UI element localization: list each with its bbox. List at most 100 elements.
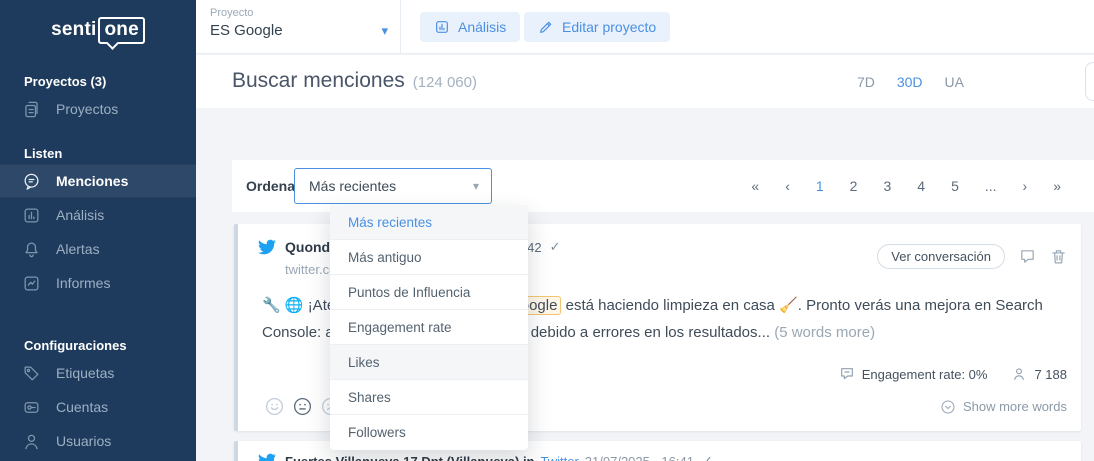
check-icon: ✓ — [702, 453, 713, 461]
mention-text-line1-end: está haciendo limpieza en casa 🧹. Pronto… — [561, 297, 1042, 314]
pagination-page-3[interactable]: 3 — [870, 178, 904, 194]
sort-select-value: Más recientes — [309, 178, 396, 194]
chevron-down-icon: ▾ — [473, 179, 479, 193]
analysis-button[interactable]: Análisis — [420, 12, 520, 42]
check-icon: ✓ — [550, 239, 561, 255]
mention-timestamp: 21/07/2025 - 16:41 — [585, 454, 694, 461]
project-selector[interactable]: Proyecto ES Google ▾ — [210, 7, 388, 39]
pagination-first[interactable]: « — [738, 178, 772, 194]
analysis-button-label: Análisis — [458, 19, 506, 35]
page-title-text: Buscar menciones — [232, 69, 405, 92]
page-header: Buscar menciones (124 060) 7D 30D UA — [196, 55, 1094, 108]
mention-text-line2-start: Console: ar — [262, 324, 339, 341]
logo-boxed-text: one — [98, 17, 144, 44]
person-icon — [1011, 366, 1027, 382]
logo-text: senti — [51, 19, 96, 41]
sort-option-followers[interactable]: Followers — [330, 415, 528, 450]
sidebar-heading-projects: Proyectos (3) — [0, 72, 196, 92]
view-conversation-button[interactable]: Ver conversación — [877, 244, 1005, 269]
sentiment-positive-icon[interactable] — [264, 396, 285, 417]
documents-icon — [22, 100, 41, 119]
sidebar-item-label: Informes — [56, 275, 110, 291]
show-more-words-label: Show more words — [963, 399, 1067, 414]
report-icon — [22, 274, 41, 293]
sort-option-puntos-influencia[interactable]: Puntos de Influencia — [330, 275, 528, 310]
sidebar: sentione Proyectos (3) Proyectos Listen … — [0, 0, 196, 461]
chevron-down-icon: ▾ — [381, 23, 388, 39]
bell-icon — [22, 240, 41, 259]
chevron-circle-icon — [940, 399, 956, 415]
mention-text-line2-end: debido a errores en los resultados... — [531, 324, 774, 341]
mention-author-block: Fuertes Villanueva 17 Dpt (Villanueva) i… — [258, 452, 1067, 461]
show-more-words[interactable]: Show more words — [940, 399, 1067, 415]
sidebar-item-menciones[interactable]: Menciones — [0, 164, 196, 198]
sort-option-mas-recientes[interactable]: Más recientes — [330, 205, 528, 240]
topbar: Proyecto ES Google ▾ Análisis Editar pro… — [196, 0, 1094, 54]
engagement-stat: Engagement rate: 0% — [839, 366, 988, 382]
pagination: « ‹ 1 2 3 4 5 ... › » — [738, 178, 1094, 194]
source-link[interactable]: Twitter — [541, 454, 579, 461]
sidebar-item-proyectos[interactable]: Proyectos — [0, 92, 196, 126]
date-range-switch: 7D 30D UA — [857, 74, 964, 90]
sidebar-item-cuentas[interactable]: Cuentas — [0, 390, 196, 424]
pagination-next[interactable]: › — [1010, 178, 1041, 194]
sidebar-item-usuarios[interactable]: Usuarios — [0, 424, 196, 458]
trash-icon[interactable] — [1050, 248, 1067, 265]
main-area: Proyecto ES Google ▾ Análisis Editar pro… — [196, 0, 1094, 461]
conversation-bubble-icon[interactable] — [1019, 248, 1036, 265]
pagination-page-5[interactable]: 5 — [938, 178, 972, 194]
edit-project-button[interactable]: Editar proyecto — [524, 12, 670, 42]
sidebar-item-label: Etiquetas — [56, 365, 114, 381]
mentions-count: (124 060) — [413, 74, 477, 91]
sidebar-heading-config: Configuraciones — [0, 336, 196, 356]
pencil-icon — [538, 19, 554, 35]
twitter-icon — [258, 238, 276, 256]
sidebar-item-label: Cuentas — [56, 399, 108, 415]
range-30d[interactable]: 30D — [897, 74, 923, 90]
sentione-logo: sentione — [0, 0, 196, 60]
sort-select[interactable]: Más recientes ▾ — [294, 168, 492, 204]
range-7d[interactable]: 7D — [857, 74, 875, 90]
sort-option-engagement-rate[interactable]: Engagement rate — [330, 310, 528, 345]
pagination-page-2[interactable]: 2 — [837, 178, 871, 194]
page-title: Buscar menciones (124 060) — [232, 69, 477, 93]
bar-chart-icon — [22, 206, 41, 225]
sort-option-shares[interactable]: Shares — [330, 380, 528, 415]
pagination-last[interactable]: » — [1040, 178, 1074, 194]
sort-option-likes[interactable]: Likes — [330, 345, 528, 380]
sidebar-item-informes[interactable]: Informes — [0, 266, 196, 300]
pagination-page-4[interactable]: 4 — [904, 178, 938, 194]
sort-dropdown: Más recientes Más antiguo Puntos de Infl… — [330, 205, 528, 450]
edit-project-button-label: Editar proyecto — [562, 19, 656, 35]
engagement-icon — [839, 366, 855, 382]
sidebar-item-label: Alertas — [56, 241, 100, 257]
range-ua[interactable]: UA — [945, 74, 964, 90]
user-icon — [22, 432, 41, 451]
followers-value: 7 188 — [1034, 367, 1067, 382]
more-words-label[interactable]: (5 words more) — [774, 324, 875, 341]
project-label: Proyecto — [210, 7, 388, 19]
key-icon — [22, 398, 41, 417]
mention-actions: Ver conversación — [877, 244, 1067, 269]
pagination-ellipsis: ... — [972, 178, 1010, 194]
project-value: ES Google — [210, 22, 388, 39]
sidebar-item-label: Usuarios — [56, 433, 111, 449]
sort-option-mas-antiguo[interactable]: Más antiguo — [330, 240, 528, 275]
sidebar-item-analisis[interactable]: Análisis — [0, 198, 196, 232]
tag-icon — [22, 364, 41, 383]
pagination-prev[interactable]: ‹ — [772, 178, 803, 194]
speech-bubble-icon — [22, 172, 41, 191]
divider — [400, 0, 401, 54]
sidebar-item-alertas[interactable]: Alertas — [0, 232, 196, 266]
sidebar-item-label: Proyectos — [56, 101, 118, 117]
twitter-icon — [258, 452, 276, 461]
followers-stat: 7 188 — [1011, 366, 1067, 382]
sidebar-item-label: Menciones — [56, 173, 128, 189]
pagination-page-1[interactable]: 1 — [803, 178, 837, 194]
date-picker-partial[interactable] — [1085, 62, 1094, 101]
sidebar-item-label: Análisis — [56, 207, 104, 223]
engagement-value: Engagement rate: 0% — [862, 367, 988, 382]
author-name[interactable]: Fuertes Villanueva 17 Dpt (Villanueva) i… — [285, 454, 535, 461]
sentiment-neutral-icon[interactable] — [292, 396, 313, 417]
sidebar-item-etiquetas[interactable]: Etiquetas — [0, 356, 196, 390]
